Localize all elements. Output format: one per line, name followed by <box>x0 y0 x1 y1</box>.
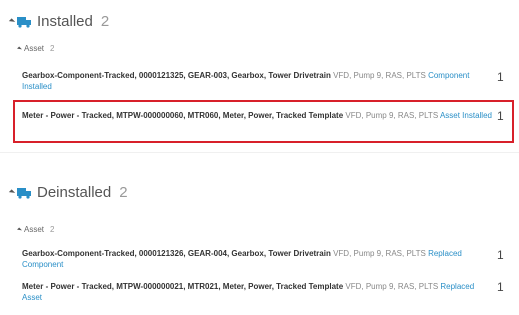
highlight-box <box>13 100 514 143</box>
item-count: 1 <box>497 248 504 262</box>
collapse-arrow-icon[interactable] <box>17 227 22 232</box>
item-name: Meter - Power - Tracked, MTPW-000000021,… <box>22 282 344 291</box>
deinstalled-section: Deinstalled 2 Asset 2 Gearbox-Component-… <box>0 152 519 315</box>
item-meta: VFD, Pump 9, RAS, PLTS <box>343 111 440 120</box>
section-count: 2 <box>119 184 128 201</box>
section-title: Installed <box>37 13 93 30</box>
collapse-arrow-icon[interactable] <box>17 46 22 51</box>
installed-header[interactable]: Installed 2 <box>8 13 110 30</box>
asset-group-count: 2 <box>50 225 55 234</box>
item-status[interactable]: Asset Installed <box>440 111 492 120</box>
section-count: 2 <box>100 13 110 30</box>
item-name: Gearbox-Component-Tracked, 0000121325, G… <box>22 71 331 80</box>
item-name: Meter - Power - Tracked, MTPW-000000060,… <box>22 111 344 120</box>
deinstalled-truck-icon <box>17 188 31 199</box>
item-count: 1 <box>497 109 504 123</box>
section-title: Deinstalled <box>37 184 112 201</box>
item-meta: VFD, Pump 9, RAS, PLTS <box>330 71 429 80</box>
item-meta: VFD, Pump 9, RAS, PLTS <box>330 249 429 258</box>
installed-truck-icon <box>17 17 31 28</box>
collapse-arrow-icon[interactable] <box>8 18 16 25</box>
installed-section: Installed 2 Asset 2 Gearbox-Component-Tr… <box>0 0 519 152</box>
asset-group-header[interactable]: Asset 2 <box>17 225 55 234</box>
list-item[interactable]: Meter - Power - Tracked, MTPW-000000021,… <box>22 281 492 303</box>
asset-group-label: Asset <box>24 225 45 234</box>
list-item[interactable]: Gearbox-Component-Tracked, 0000121325, G… <box>22 70 492 92</box>
list-item[interactable]: Meter - Power - Tracked, MTPW-000000060,… <box>22 110 492 121</box>
asset-group-label: Asset <box>24 44 45 53</box>
list-item[interactable]: Gearbox-Component-Tracked, 0000121326, G… <box>22 248 492 270</box>
deinstalled-header[interactable]: Deinstalled 2 <box>8 184 128 201</box>
item-meta: VFD, Pump 9, RAS, PLTS <box>343 282 441 291</box>
asset-group-count: 2 <box>50 44 55 53</box>
asset-group-header[interactable]: Asset 2 <box>17 44 55 53</box>
item-name: Gearbox-Component-Tracked, 0000121326, G… <box>22 249 331 258</box>
item-count: 1 <box>497 70 504 84</box>
collapse-arrow-icon[interactable] <box>8 189 16 196</box>
item-count: 1 <box>497 280 504 294</box>
